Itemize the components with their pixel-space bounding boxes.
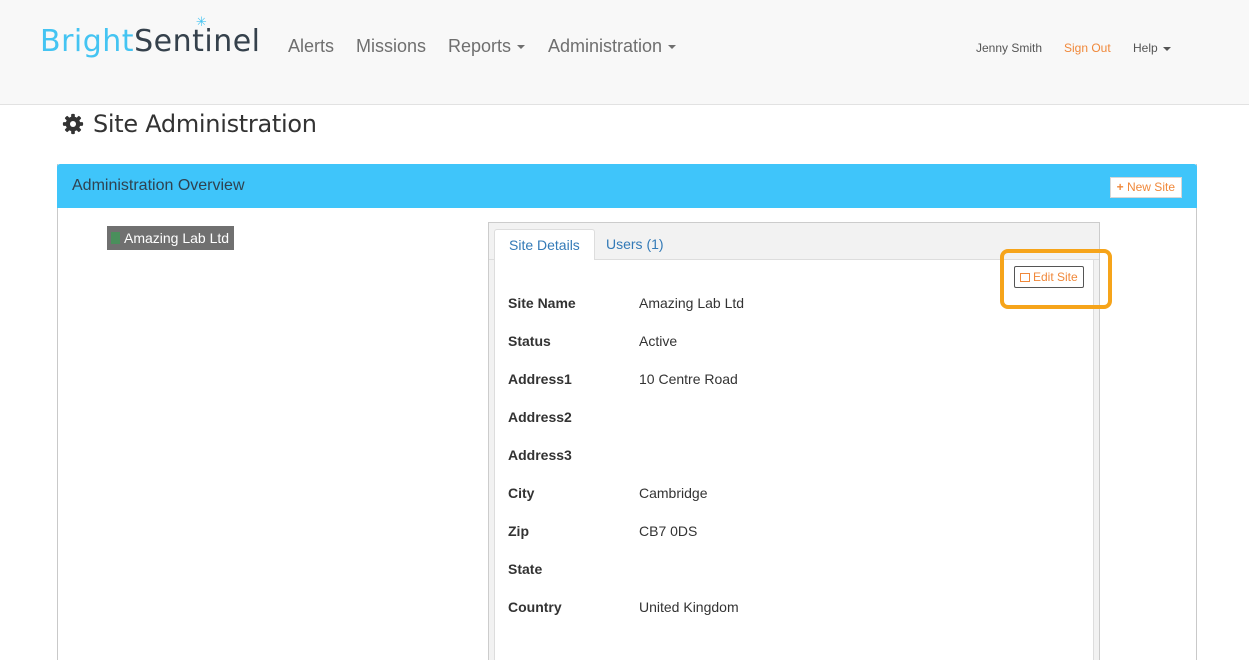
detail-value: Amazing Lab Ltd <box>639 295 745 311</box>
site-tree-label: Amazing Lab Ltd <box>124 230 230 246</box>
building-icon <box>111 232 120 244</box>
detail-value: Active <box>639 333 678 349</box>
detail-label: Address3 <box>508 447 572 463</box>
detail-label: Address1 <box>508 371 572 387</box>
page-title-text: Site Administration <box>93 110 317 138</box>
detail-label: City <box>508 485 535 501</box>
brand-logo-part1: Bright <box>40 24 135 59</box>
sign-out-link[interactable]: Sign Out <box>1064 41 1111 55</box>
top-navbar: BrightSentinel ✳ Alerts Missions Reports… <box>0 0 1249 105</box>
nav-help-label: Help <box>1133 41 1158 55</box>
caret-down-icon <box>668 45 677 50</box>
nav-missions[interactable]: Missions <box>356 36 426 57</box>
tab-site-details[interactable]: Site Details <box>494 229 595 261</box>
nav-reports-label: Reports <box>448 36 512 56</box>
detail-value: CB7 0DS <box>639 523 698 539</box>
panel-title: Administration Overview <box>72 177 245 194</box>
detail-value: Cambridge <box>639 485 708 501</box>
detail-value: United Kingdom <box>639 599 739 615</box>
user-name[interactable]: Jenny Smith <box>976 41 1042 55</box>
new-site-button[interactable]: + New Site <box>1109 177 1182 198</box>
nav-administration[interactable]: Administration <box>548 36 677 57</box>
detail-value: 10 Centre Road <box>639 371 738 387</box>
panel-header: Administration Overview + New Site <box>57 164 1197 208</box>
detail-label: Zip <box>508 523 529 539</box>
site-tree-item[interactable]: Amazing Lab Ltd <box>107 226 235 250</box>
nav-reports[interactable]: Reports <box>448 36 526 57</box>
detail-label: Address2 <box>508 409 572 425</box>
nav-alerts[interactable]: Alerts <box>288 36 334 57</box>
site-details-box: Site Details Users (1) Edit Site Site Na… <box>488 222 1112 660</box>
gear-icon <box>62 113 84 135</box>
edit-icon <box>1020 273 1030 282</box>
edit-site-button[interactable]: Edit Site <box>1014 266 1084 288</box>
detail-label: Site Name <box>508 295 576 311</box>
detail-label: Country <box>508 599 562 615</box>
caret-down-icon <box>517 45 526 50</box>
administration-panel: Administration Overview + New Site Amazi… <box>57 164 1197 660</box>
caret-down-icon <box>1162 46 1171 51</box>
nav-administration-label: Administration <box>548 36 663 56</box>
brand-logo[interactable]: BrightSentinel ✳ <box>40 15 261 59</box>
detail-label: Status <box>508 333 551 349</box>
nav-help[interactable]: Help <box>1133 41 1171 55</box>
tab-content: Edit Site Site Name Amazing Lab Ltd Stat… <box>494 249 1112 660</box>
new-site-label: New Site <box>1126 180 1175 194</box>
page-title: Site Administration <box>62 108 317 140</box>
plus-icon: + <box>1116 180 1124 194</box>
tab-users[interactable]: Users (1) <box>592 229 678 261</box>
detail-label: State <box>508 561 543 577</box>
edit-site-label: Edit Site <box>1033 270 1078 284</box>
spark-icon: ✳ <box>196 15 208 30</box>
